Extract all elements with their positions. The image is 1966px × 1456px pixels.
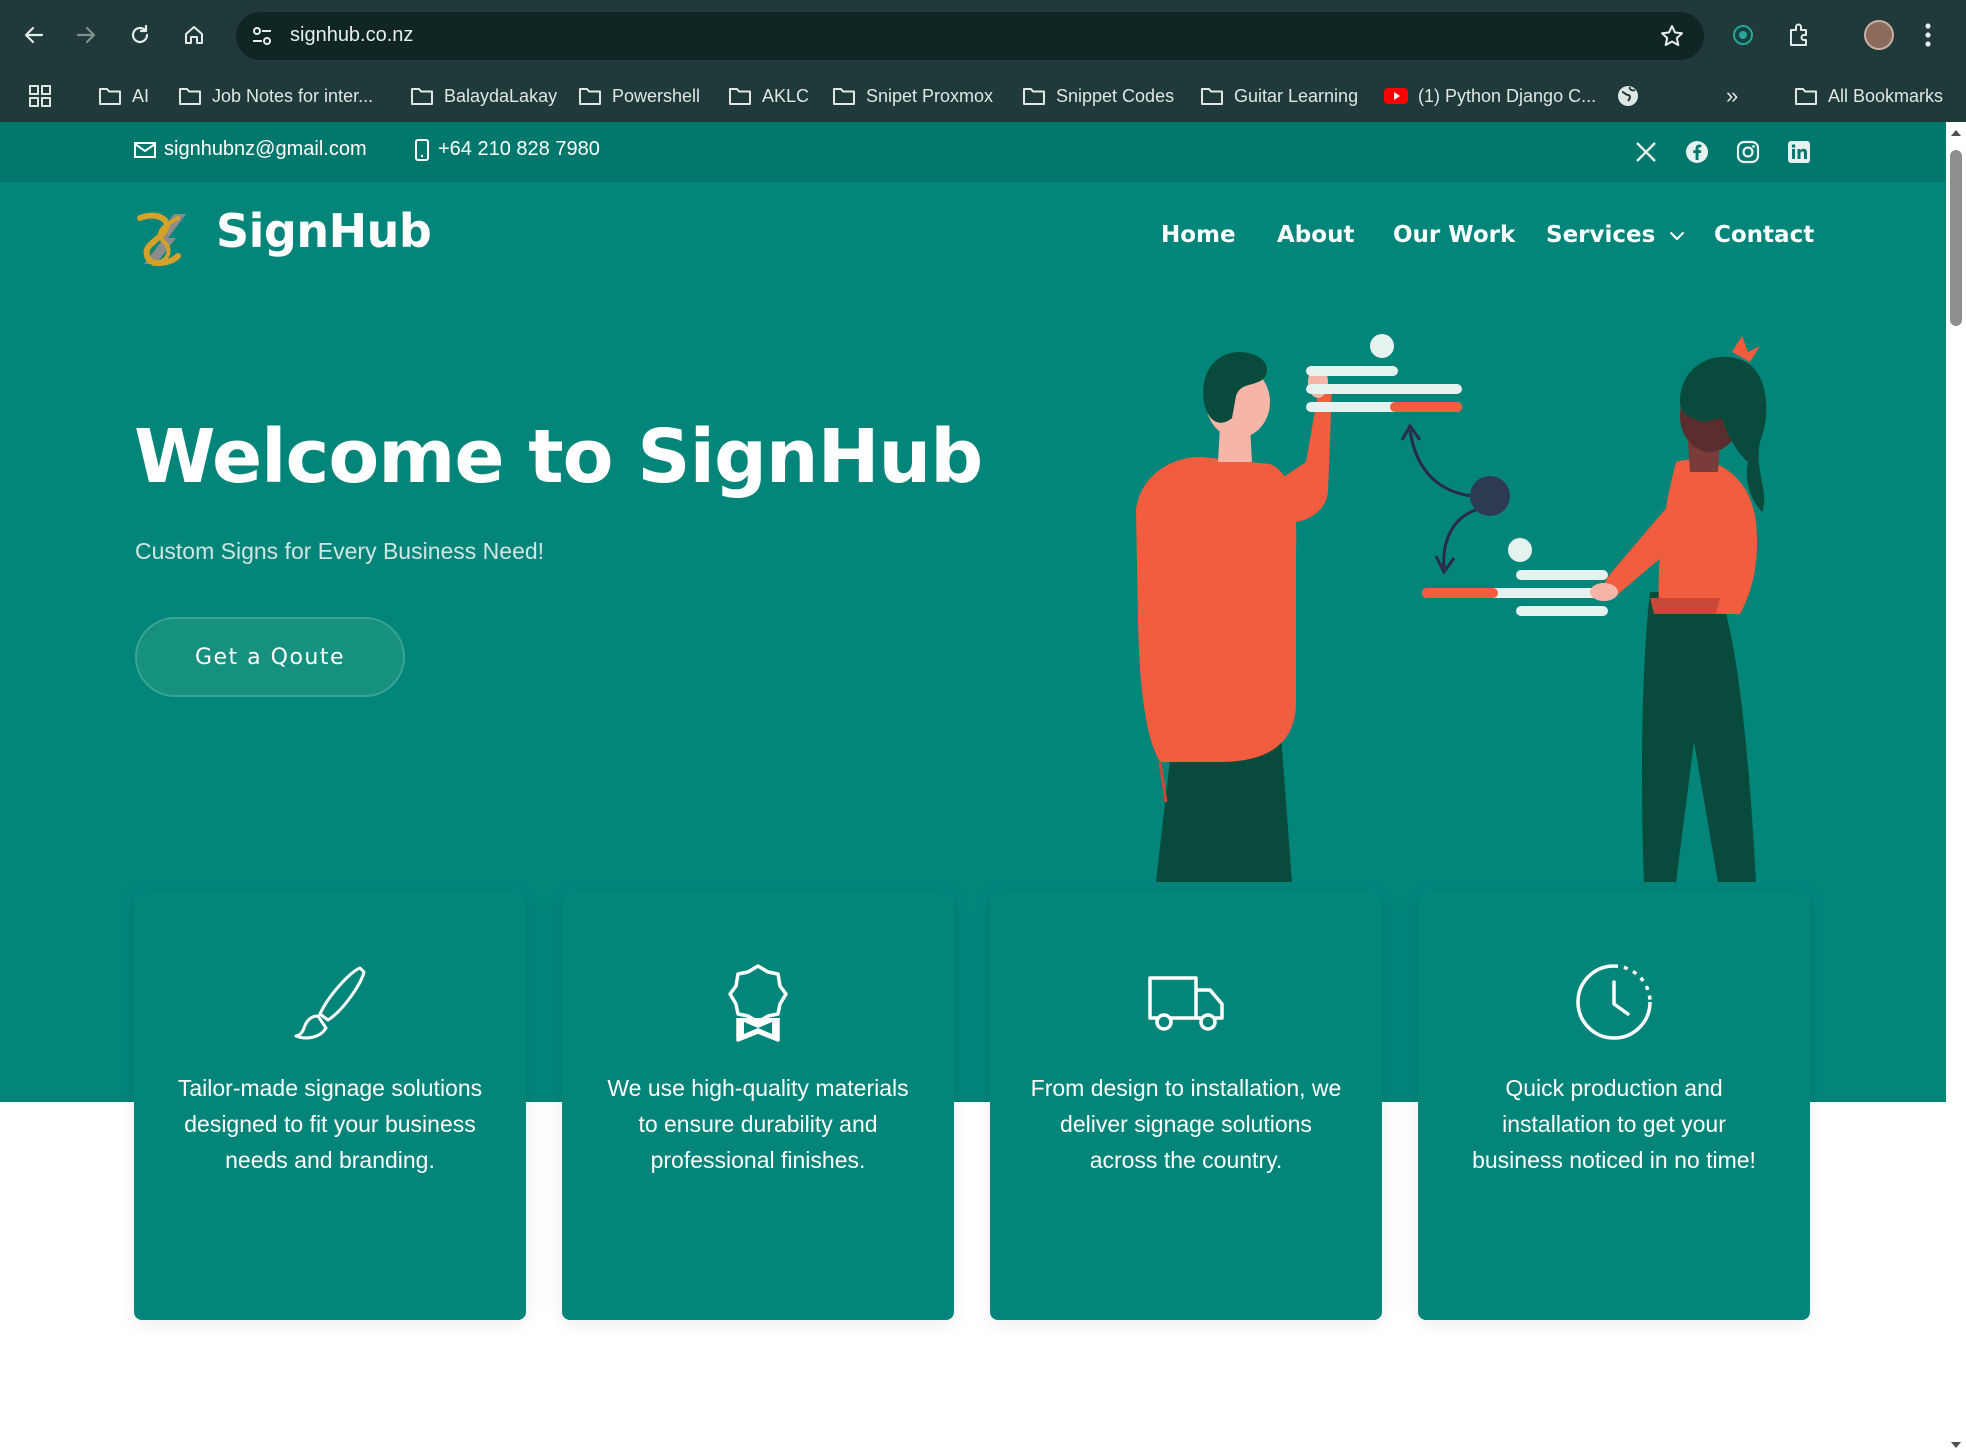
feature-card: From design to installation, we deliver … <box>990 890 1382 1320</box>
instagram-icon[interactable] <box>1736 140 1760 164</box>
home-icon <box>185 26 203 44</box>
nav-our-work[interactable]: Our Work <box>1393 222 1515 248</box>
feature-text: Quick production and installation to get… <box>1472 1075 1756 1173</box>
bookmark-folder[interactable]: BalaydaLakay <box>410 82 557 110</box>
url-text[interactable]: signhub.co.nz <box>290 24 413 47</box>
bookmark-folder[interactable]: Powershell <box>578 82 700 110</box>
contact-topbar: signhubnz@gmail.com +64 210 828 7980 <box>0 122 1946 182</box>
bookmark-youtube[interactable]: (1) Python Django C... <box>1384 82 1596 110</box>
reload-icon <box>131 24 149 44</box>
page-scrollbar[interactable] <box>1946 122 1966 1456</box>
bookmark-folder[interactable]: Guitar Learning <box>1200 82 1358 110</box>
folder-icon <box>179 88 201 105</box>
folder-icon <box>833 88 855 105</box>
clock-icon <box>1576 964 1652 1040</box>
profile-avatar[interactable] <box>1864 20 1894 50</box>
feature-text: We use high-quality materials to ensure … <box>607 1075 909 1173</box>
mobile-phone-icon <box>415 138 429 161</box>
brand-name[interactable]: SignHub <box>216 204 432 258</box>
folder-icon <box>1201 88 1223 105</box>
bookmark-folder[interactable]: AI <box>98 82 149 110</box>
apps-grid-icon[interactable] <box>28 84 52 108</box>
bookmark-star-icon[interactable] <box>1660 24 1684 48</box>
folder-icon <box>1795 88 1817 105</box>
extension-icon[interactable] <box>1730 22 1756 48</box>
bookmark-folder[interactable]: AKLC <box>728 82 809 110</box>
get-quote-button[interactable]: Get a Qoute <box>135 617 405 697</box>
more-vert-icon[interactable] <box>1924 22 1932 48</box>
youtube-icon <box>1384 88 1408 104</box>
email-contact[interactable]: signhubnz@gmail.com <box>134 138 367 161</box>
nav-home[interactable]: Home <box>1161 222 1236 248</box>
feature-text: Tailor-made signage solutions designed t… <box>177 1075 483 1173</box>
facebook-icon[interactable] <box>1685 140 1709 164</box>
browser-chrome: signhub.co.nz AI Job Notes for inter... … <box>0 0 1966 122</box>
phone-contact[interactable]: +64 210 828 7980 <box>414 138 600 161</box>
nav-services[interactable]: Services <box>1546 222 1685 248</box>
feature-text: From design to installation, we deliver … <box>1030 1075 1342 1173</box>
bookmarks-overflow-button[interactable]: » <box>1726 82 1738 110</box>
feature-card: Tailor-made signage solutions designed t… <box>134 890 526 1320</box>
hero-subtitle: Custom Signs for Every Business Need! <box>135 538 545 564</box>
nav-about[interactable]: About <box>1277 222 1354 248</box>
scrollbar-thumb[interactable] <box>1950 150 1962 326</box>
scroll-down-icon[interactable] <box>1950 1440 1962 1450</box>
forward-button[interactable] <box>68 17 104 53</box>
chevron-down-icon <box>1670 232 1685 240</box>
paintbrush-icon <box>294 966 366 1040</box>
nav-contact[interactable]: Contact <box>1714 222 1814 248</box>
feature-card: We use high-quality materials to ensure … <box>562 890 954 1320</box>
arrow-left-icon <box>24 26 44 44</box>
browser-toolbar: signhub.co.nz <box>0 0 1966 70</box>
folder-icon <box>579 88 601 105</box>
folder-icon <box>99 88 121 105</box>
award-ribbon-icon <box>728 964 788 1042</box>
envelope-icon <box>134 141 156 158</box>
bookmark-folder[interactable]: Snipet Proxmox <box>832 82 993 110</box>
back-button[interactable] <box>16 17 52 53</box>
linkedin-icon[interactable] <box>1787 140 1811 164</box>
delivery-truck-icon <box>1148 976 1224 1031</box>
extensions-puzzle-icon[interactable] <box>1786 22 1812 48</box>
reload-button[interactable] <box>122 17 158 53</box>
site-settings-icon[interactable] <box>250 25 274 47</box>
team-collaboration-illustration <box>1136 334 1767 882</box>
scroll-up-icon[interactable] <box>1950 128 1962 138</box>
x-icon[interactable] <box>1634 140 1658 164</box>
web-page: signhubnz@gmail.com +64 210 828 7980 Sig… <box>0 122 1946 1456</box>
folder-icon <box>1023 88 1045 105</box>
hero-title: Welcome to SignHub <box>134 414 983 500</box>
feature-card: Quick production and installation to get… <box>1418 890 1810 1320</box>
signhub-logo-icon[interactable] <box>134 210 192 268</box>
globe-icon[interactable] <box>1616 84 1640 108</box>
bookmark-folder[interactable]: Snippet Codes <box>1022 82 1174 110</box>
arrow-right-icon <box>76 26 96 44</box>
folder-icon <box>411 88 433 105</box>
bookmark-folder[interactable]: Job Notes for inter... <box>178 82 373 110</box>
folder-icon <box>729 88 751 105</box>
address-bar[interactable]: signhub.co.nz <box>236 12 1704 60</box>
all-bookmarks-folder[interactable]: All Bookmarks <box>1794 82 1943 110</box>
home-button[interactable] <box>176 17 212 53</box>
bookmarks-bar: AI Job Notes for inter... BalaydaLakay P… <box>0 70 1966 122</box>
